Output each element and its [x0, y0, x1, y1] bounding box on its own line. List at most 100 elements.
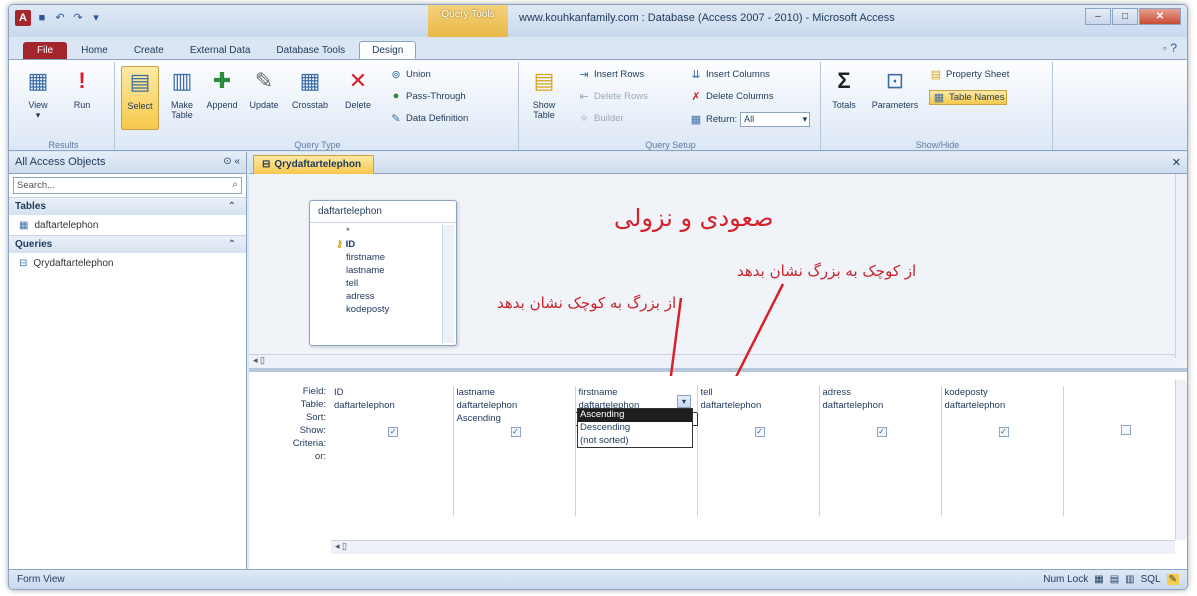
cell-empty[interactable] [453, 464, 576, 477]
cell-field[interactable]: tell [697, 386, 820, 399]
cell-empty[interactable] [941, 464, 1064, 477]
crosstab-button[interactable]: ▦ Crosstab [291, 66, 329, 110]
cell-empty[interactable] [575, 490, 698, 503]
cell-empty[interactable] [941, 490, 1064, 503]
show-table-button[interactable]: ▤ Show Table [525, 66, 563, 120]
cell-or[interactable] [575, 451, 698, 464]
cell-empty[interactable] [331, 490, 454, 503]
tab-external-data[interactable]: External Data [178, 42, 263, 59]
sort-dropdown-button[interactable]: ▾ [677, 395, 691, 408]
property-sheet-button[interactable]: ▤ Property Sheet [929, 68, 1010, 81]
cell-field[interactable] [1063, 386, 1186, 399]
cell-sort[interactable] [941, 412, 1064, 425]
cell-show[interactable]: ✓ [819, 425, 942, 438]
cell-empty[interactable] [697, 477, 820, 490]
data-definition-button[interactable]: ✎ Data Definition [389, 112, 468, 125]
sort-option-ascending[interactable]: Ascending [578, 409, 692, 422]
tab-home[interactable]: Home [69, 42, 120, 59]
cell-table[interactable]: daftartelephon [331, 399, 454, 412]
show-checkbox[interactable]: ✓ [998, 427, 1009, 437]
cell-empty[interactable] [1063, 464, 1186, 477]
grid-vscroll[interactable] [1175, 380, 1187, 540]
cell-empty[interactable] [575, 503, 698, 516]
cell-empty[interactable] [1063, 503, 1186, 516]
cell-or[interactable] [941, 451, 1064, 464]
cell-or[interactable] [453, 451, 576, 464]
tab-create[interactable]: Create [122, 42, 176, 59]
cell-criteria[interactable] [1063, 438, 1186, 451]
save-icon[interactable]: ■ [35, 11, 49, 25]
return-combo[interactable]: All [740, 112, 811, 127]
cell-show[interactable]: ✓ [331, 425, 454, 438]
view-button[interactable]: ▦ View ▾ [19, 66, 57, 120]
cell-table[interactable]: daftartelephon [453, 399, 576, 412]
show-checkbox-unchecked[interactable] [1120, 425, 1131, 435]
cell-empty[interactable] [575, 477, 698, 490]
datasheet-view-icon[interactable]: ▦ [1094, 574, 1103, 585]
cell-field[interactable]: ID [331, 386, 454, 399]
cell-sort[interactable] [697, 412, 820, 425]
select-button[interactable]: ▤ Select [121, 66, 159, 130]
cell-or[interactable] [1063, 451, 1186, 464]
show-checkbox[interactable]: ✓ [754, 427, 765, 437]
delete-button[interactable]: ✕ Delete [339, 66, 377, 110]
grid-hscroll[interactable]: ◂ ▯ [331, 540, 1175, 554]
show-checkbox[interactable]: ✓ [876, 427, 887, 437]
cell-empty[interactable] [819, 503, 942, 516]
insert-rows-button[interactable]: ⇥ Insert Rows [577, 68, 644, 81]
sort-option-not-sorted[interactable]: (not sorted) [578, 435, 692, 448]
cell-sort[interactable] [819, 412, 942, 425]
cell-or[interactable] [331, 451, 454, 464]
cell-sort[interactable] [331, 412, 454, 425]
nav-item-table[interactable]: ▦ daftartelephon [9, 215, 246, 235]
sql-view-icon[interactable]: SQL [1141, 574, 1161, 585]
cell-field[interactable]: lastname [453, 386, 576, 399]
search-icon[interactable]: ⌕ [232, 179, 238, 190]
tab-design[interactable]: Design [359, 41, 417, 59]
cell-empty[interactable] [575, 464, 698, 477]
tab-database-tools[interactable]: Database Tools [264, 42, 357, 59]
cell-show[interactable]: ✓ [941, 425, 1064, 438]
cell-empty[interactable] [941, 503, 1064, 516]
cell-criteria[interactable] [697, 438, 820, 451]
show-checkbox[interactable]: ✓ [388, 427, 399, 437]
cell-criteria[interactable] [331, 438, 454, 451]
cell-empty[interactable] [697, 464, 820, 477]
undo-icon[interactable]: ↶ [53, 11, 67, 25]
cell-empty[interactable] [453, 477, 576, 490]
delete-columns-button[interactable]: ✗ Delete Columns [689, 90, 773, 103]
totals-button[interactable]: Σ Totals [825, 66, 863, 110]
design-view-icon[interactable]: ✎ [1166, 574, 1179, 585]
cell-field[interactable]: kodeposty [941, 386, 1064, 399]
run-button[interactable]: ! Run [63, 66, 101, 110]
cell-or[interactable] [697, 451, 820, 464]
insert-columns-button[interactable]: ⇊ Insert Columns [689, 68, 770, 81]
redo-icon[interactable]: ↷ [71, 11, 85, 25]
cell-empty[interactable] [331, 503, 454, 516]
union-button[interactable]: ⊚ Union [389, 68, 430, 81]
cell-show[interactable]: ✓ [453, 425, 576, 438]
nav-search-input[interactable]: Search... ⌕ [13, 177, 242, 194]
help-icon[interactable]: ◦ ? [1163, 41, 1177, 55]
cell-empty[interactable] [331, 464, 454, 477]
sort-option-descending[interactable]: Descending [578, 422, 692, 435]
cell-criteria[interactable] [819, 438, 942, 451]
tab-file[interactable]: File [23, 42, 68, 59]
cell-show[interactable] [1063, 425, 1186, 438]
cell-sort[interactable]: Ascending [453, 412, 576, 425]
cell-criteria[interactable] [453, 438, 576, 451]
cell-show[interactable]: ✓ [697, 425, 820, 438]
close-button[interactable]: ✕ [1139, 8, 1181, 25]
cell-empty[interactable] [453, 490, 576, 503]
cell-empty[interactable] [1063, 490, 1186, 503]
pivot-chart-icon[interactable]: ▥ [1125, 574, 1134, 585]
cell-criteria[interactable] [941, 438, 1064, 451]
append-button[interactable]: ✚ Append [203, 66, 241, 110]
cell-empty[interactable] [331, 477, 454, 490]
minimize-button[interactable]: – [1085, 8, 1111, 25]
cell-table[interactable]: daftartelephon [941, 399, 1064, 412]
cell-empty[interactable] [453, 503, 576, 516]
cell-empty[interactable] [941, 477, 1064, 490]
cell-sort[interactable] [1063, 412, 1186, 425]
cell-table[interactable]: daftartelephon [819, 399, 942, 412]
